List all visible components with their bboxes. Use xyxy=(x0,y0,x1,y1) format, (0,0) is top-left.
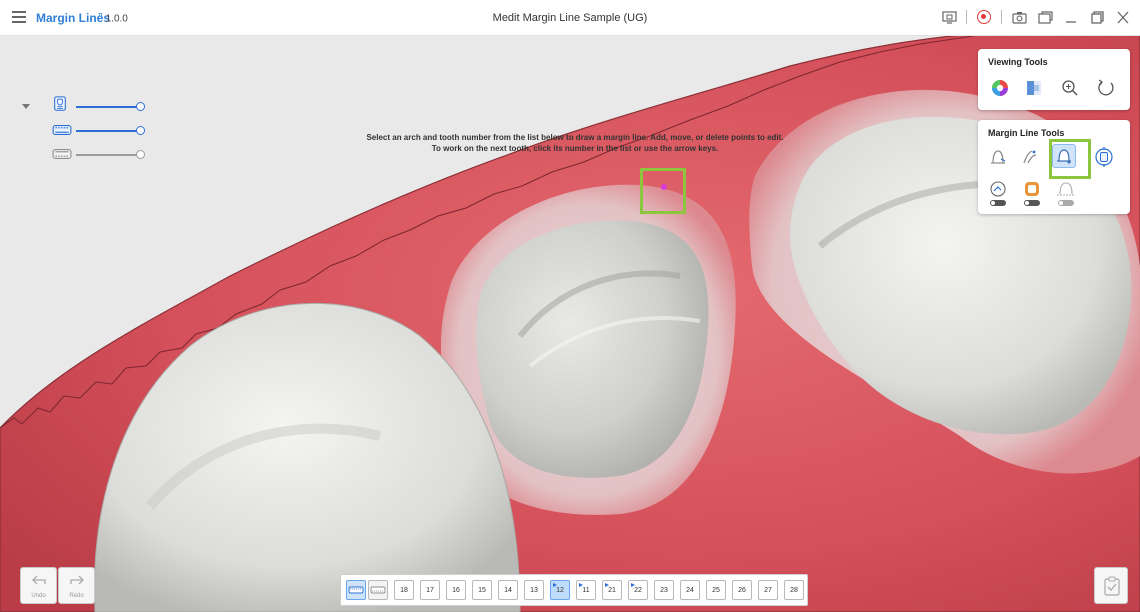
tooth-layer-slider-knob[interactable] xyxy=(136,102,145,111)
upper-arch-layer-icon[interactable] xyxy=(52,122,72,138)
redo-button[interactable]: Redo xyxy=(58,567,95,604)
tooth-layer-slider-track[interactable] xyxy=(76,106,140,108)
tooth-button-27[interactable]: 27 xyxy=(758,580,778,600)
app-version: π 1.0.0 xyxy=(98,12,128,24)
margin-line-tools-title: Margin Line Tools xyxy=(988,128,1065,138)
upper-arch-slider-track[interactable] xyxy=(76,130,140,132)
tooth-button-15[interactable]: 15 xyxy=(472,580,492,600)
tooth-number-bar: 18 17 16 15 14 13 12 11 21 22 23 24 25 26 27 28 xyxy=(340,574,808,606)
record-icon[interactable] xyxy=(975,8,993,26)
tooth-button-13[interactable]: 13 xyxy=(524,580,544,600)
lower-arch-icon xyxy=(370,586,386,594)
titlebar-separator xyxy=(1001,10,1002,24)
screen-capture-icon[interactable] xyxy=(940,8,958,26)
curvature-toggle-icon[interactable] xyxy=(986,178,1010,208)
zoom-fit-icon[interactable] xyxy=(1058,76,1082,100)
margin-edit-icon[interactable] xyxy=(1092,145,1116,169)
occlusion-toggle-icon[interactable] xyxy=(1020,178,1044,208)
reset-view-icon[interactable] xyxy=(1094,76,1118,100)
tooth-button-12[interactable]: 12 xyxy=(550,580,570,600)
undo-button[interactable]: Undo xyxy=(20,567,57,604)
tooth-layer-icon[interactable] xyxy=(50,96,70,112)
hamburger-menu-icon[interactable] xyxy=(12,11,26,23)
texture-icon[interactable] xyxy=(1022,76,1046,100)
undo-icon xyxy=(32,575,46,585)
3d-viewport[interactable]: Select an arch and tooth number from the… xyxy=(0,36,1140,612)
redo-icon xyxy=(70,575,84,585)
minimize-icon[interactable] xyxy=(1062,8,1080,26)
tooth-button-25[interactable]: 25 xyxy=(706,580,726,600)
collapse-arrow-icon[interactable] xyxy=(22,104,30,109)
upper-arch-slider-knob[interactable] xyxy=(136,126,145,135)
undercut-toggle-icon[interactable] xyxy=(1054,178,1078,208)
margin-line-tools-panel: Margin Line Tools xyxy=(978,120,1130,214)
lower-arch-slider-knob[interactable] xyxy=(136,150,145,159)
tooth-button-22[interactable]: 22 xyxy=(628,580,648,600)
titlebar-actions xyxy=(940,8,1132,26)
instruction-line-1: Select an arch and tooth number from the… xyxy=(366,133,784,142)
tooth-button-24[interactable]: 24 xyxy=(680,580,700,600)
complete-button[interactable] xyxy=(1094,567,1128,604)
instruction-line-2: To work on the next tooth, click its num… xyxy=(431,144,719,153)
color-wheel-icon[interactable] xyxy=(988,76,1012,100)
camera-icon[interactable] xyxy=(1010,8,1028,26)
lower-arch-layer-icon[interactable] xyxy=(52,146,72,162)
instruction-text: Select an arch and tooth number from the… xyxy=(330,132,820,154)
dental-scan-model[interactable] xyxy=(0,36,1140,612)
tooth-button-28[interactable]: 28 xyxy=(784,580,804,600)
tooth-button-26[interactable]: 26 xyxy=(732,580,752,600)
viewing-tools-title: Viewing Tools xyxy=(988,57,1048,67)
viewing-tools-panel: Viewing Tools xyxy=(978,49,1130,110)
tooth-button-16[interactable]: 16 xyxy=(446,580,466,600)
upper-arch-button[interactable] xyxy=(346,580,366,600)
redo-label: Redo xyxy=(69,593,84,599)
clipboard-check-icon xyxy=(1104,576,1120,596)
tooth-button-14[interactable]: 14 xyxy=(498,580,518,600)
app-version-badge: π xyxy=(98,12,103,19)
tooth-button-17[interactable]: 17 xyxy=(420,580,440,600)
manual-margin-icon[interactable] xyxy=(1052,144,1076,168)
lower-arch-button[interactable] xyxy=(368,580,388,600)
tooth-button-11[interactable]: 11 xyxy=(576,580,596,600)
app-version-number: 1.0.0 xyxy=(105,13,128,25)
lower-arch-slider-track[interactable] xyxy=(76,154,140,156)
undo-label: Undo xyxy=(31,593,46,599)
restore-icon[interactable] xyxy=(1088,8,1106,26)
tooth-button-18[interactable]: 18 xyxy=(394,580,414,600)
upper-arch-icon xyxy=(348,586,364,594)
auto-margin-icon[interactable] xyxy=(986,145,1010,169)
title-bar: Margin Lines π 1.0.0 Medit Margin Line S… xyxy=(0,0,1140,36)
smart-margin-icon[interactable] xyxy=(1018,145,1042,169)
close-icon[interactable] xyxy=(1114,8,1132,26)
tooth-button-21[interactable]: 21 xyxy=(602,580,622,600)
tooth-button-23[interactable]: 23 xyxy=(654,580,674,600)
window-layout-icon[interactable] xyxy=(1036,8,1054,26)
titlebar-separator xyxy=(966,10,967,24)
margin-point[interactable] xyxy=(661,184,667,190)
app-window: Margin Lines π 1.0.0 Medit Margin Line S… xyxy=(0,0,1140,612)
